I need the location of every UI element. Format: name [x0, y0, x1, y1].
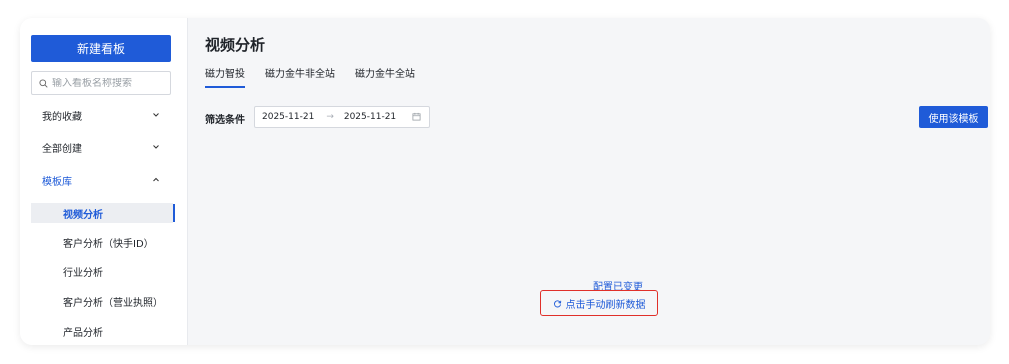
template-item-video-analysis[interactable]: 视频分析 — [31, 203, 175, 223]
search-input[interactable] — [52, 77, 164, 89]
tab-cili-zhitou[interactable]: 磁力智投 — [205, 65, 245, 88]
template-item-label: 视频分析 — [63, 209, 103, 221]
sidebar-item-label: 模板库 — [42, 176, 72, 188]
page-title: 视频分析 — [205, 36, 266, 54]
tab-jinniu-full-site[interactable]: 磁力金牛全站 — [355, 65, 415, 88]
sidebar-item-all-created[interactable]: 全部创建 — [20, 136, 187, 158]
app-window: 新建看板 我的收藏 全部创建 模板库 视频分析 客户分析（快手ID） — [20, 18, 990, 345]
selected-indicator — [173, 204, 175, 222]
sidebar-item-label: 我的收藏 — [42, 111, 82, 123]
date-range-picker[interactable]: 2025-11-21 → 2025-11-21 — [254, 106, 430, 128]
use-template-button[interactable]: 使用该模板 — [919, 106, 988, 128]
template-item-label: 行业分析 — [63, 267, 103, 279]
date-start: 2025-11-21 — [262, 112, 315, 122]
template-item-customer-kuaishou[interactable]: 客户分析（快手ID） — [31, 232, 173, 252]
chevron-down-icon — [153, 145, 159, 149]
sidebar-item-template-library[interactable]: 模板库 — [20, 169, 187, 191]
template-item-label: 产品分析 — [63, 327, 103, 339]
tab-bar: 磁力智投 磁力金牛非全站 磁力金牛全站 — [205, 65, 435, 88]
chevron-up-icon — [153, 177, 159, 182]
template-item-customer-license[interactable]: 客户分析（营业执照） — [31, 291, 173, 311]
range-arrow-icon: → — [326, 112, 334, 122]
refresh-data-button[interactable]: 点击手动刷新数据 — [540, 290, 658, 316]
date-end: 2025-11-21 — [343, 112, 397, 122]
template-item-product[interactable]: 产品分析 — [31, 321, 173, 341]
filter-label: 筛选条件 — [205, 115, 245, 126]
sidebar-item-label: 全部创建 — [42, 143, 82, 155]
sidebar: 新建看板 我的收藏 全部创建 模板库 视频分析 客户分析（快手ID） — [20, 18, 188, 345]
sidebar-item-favorites[interactable]: 我的收藏 — [20, 104, 187, 126]
refresh-icon — [553, 299, 561, 307]
template-item-label: 客户分析（快手ID） — [63, 238, 154, 250]
search-icon — [39, 78, 48, 88]
board-search — [31, 71, 171, 95]
template-item-industry[interactable]: 行业分析 — [31, 261, 173, 281]
new-board-button[interactable]: 新建看板 — [31, 35, 171, 62]
tab-jinniu-non-full-site[interactable]: 磁力金牛非全站 — [265, 65, 335, 88]
refresh-label: 点击手动刷新数据 — [565, 299, 646, 311]
calendar-icon — [412, 112, 421, 121]
main-panel: 视频分析 磁力智投 磁力金牛非全站 磁力金牛全站 筛选条件 2025-11-21… — [188, 18, 990, 345]
template-item-label: 客户分析（营业执照） — [63, 297, 163, 309]
chevron-down-icon — [153, 113, 159, 117]
